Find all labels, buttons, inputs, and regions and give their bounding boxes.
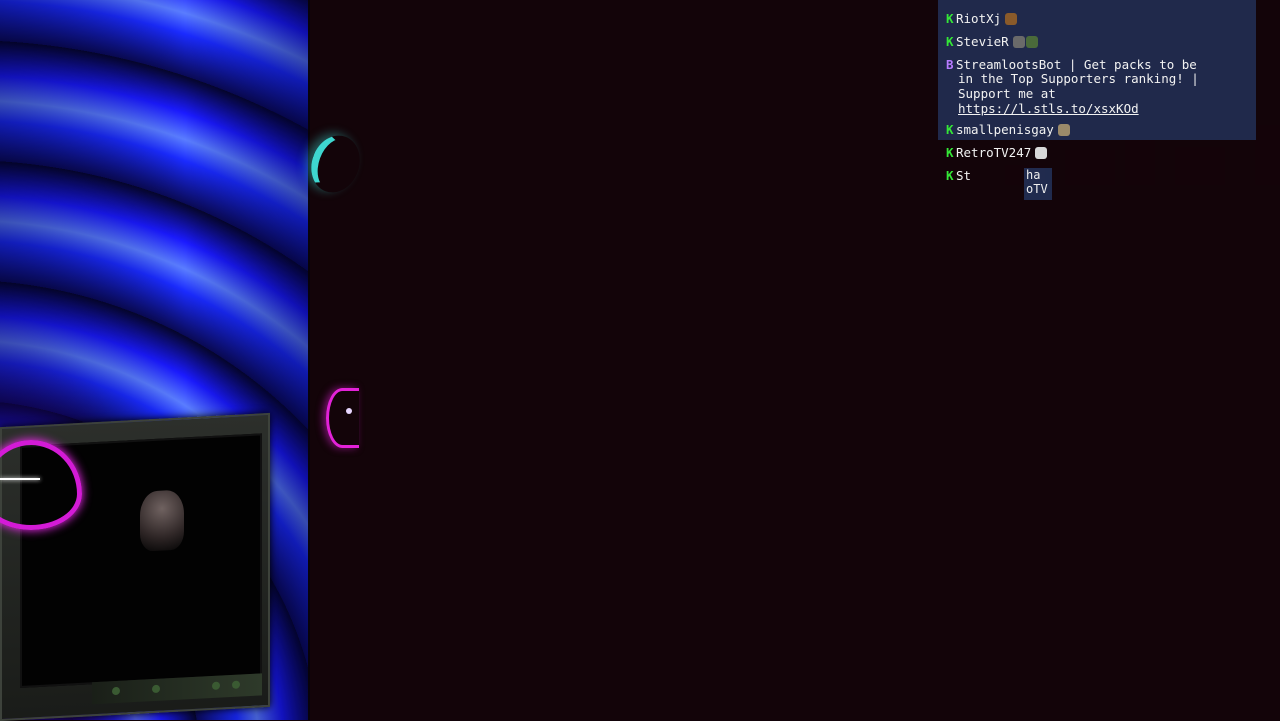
chat-text-line: in the Top Supporters ranking! | (958, 71, 1199, 86)
emote-icon (1025, 36, 1038, 48)
chat-message: K RetroTV247 (946, 145, 1048, 160)
chat-text-line: Support me at (958, 86, 1056, 101)
chat-link[interactable]: https://l.stls.to/xsxKOd (958, 102, 1139, 116)
pink-neon-crescent (326, 388, 359, 448)
chat-username: RetroTV247 (956, 145, 1032, 160)
crt-knob-icon (212, 681, 220, 690)
kick-badge-icon: K (946, 34, 954, 49)
kick-badge-icon: K (946, 168, 954, 183)
emote-icon (1035, 147, 1048, 159)
chat-message: Ksmallpenisgay (946, 123, 1070, 137)
chat-fragment-text: oTV (1026, 182, 1048, 196)
chat-username: StevieR (956, 34, 1009, 49)
chat-message: B StreamlootsBot | Get packs to be (946, 58, 1197, 72)
chat-message: K St (946, 169, 971, 183)
emote-icon (1012, 36, 1025, 48)
emote-icon (1057, 124, 1070, 136)
chat-message: K RiotXj (946, 11, 1018, 26)
emote-icon (1005, 13, 1018, 25)
chat-fragment: ha oTV (1024, 168, 1052, 200)
webcam-figure (140, 489, 184, 552)
chat-username: smallpenisgay (956, 122, 1054, 137)
chat-fragment-text: ha (1026, 168, 1041, 182)
crt-knob-icon (152, 684, 160, 694)
chat-username: St (956, 168, 972, 183)
crt-knob-icon (232, 680, 240, 689)
chat-text-line: StreamlootsBot | Get packs to be (956, 57, 1197, 72)
crt-knob-icon (112, 686, 120, 696)
kick-badge-icon: K (946, 145, 954, 160)
neon-dot (346, 408, 352, 414)
chat-message: K StevieR (946, 35, 1038, 49)
kick-badge-icon: K (946, 122, 954, 137)
kick-badge-icon: K (946, 11, 954, 26)
chat-username: RiotXj (956, 11, 1002, 26)
eye-pupil-line (0, 478, 40, 480)
chat-overlay: K RiotXj K StevieR B StreamlootsBot | Get p… (938, 0, 1280, 200)
bot-badge-icon: B (946, 57, 954, 72)
